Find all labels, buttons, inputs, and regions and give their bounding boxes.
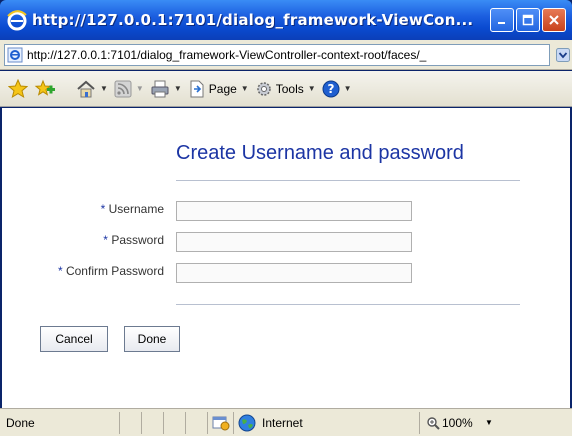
home-icon — [77, 80, 95, 97]
globe-icon — [238, 414, 256, 431]
gear-icon — [256, 81, 271, 96]
password-label-text: Password — [111, 233, 164, 247]
chevron-down-icon: ▼ — [307, 84, 316, 93]
close-button[interactable] — [542, 8, 566, 32]
security-zone[interactable]: Internet — [234, 411, 420, 434]
home-button[interactable]: ▼ — [76, 75, 108, 103]
address-bar: http://127.0.0.1:7101/dialog_framework-V… — [0, 40, 572, 70]
address-dropdown-button[interactable] — [554, 45, 572, 65]
password-label: * Password — [2, 233, 164, 247]
address-url: http://127.0.0.1:7101/dialog_framework-V… — [27, 47, 427, 62]
page-menu-button[interactable]: Page ▼ — [188, 75, 249, 103]
zoom-dropdown-button[interactable]: ▼ — [480, 418, 498, 427]
form-divider — [176, 304, 520, 305]
status-segment — [120, 411, 142, 434]
zoom-level: 100% — [442, 415, 473, 430]
security-zone-label: Internet — [262, 415, 303, 430]
status-segment — [164, 411, 186, 434]
page-icon — [190, 80, 204, 97]
chevron-down-icon: ▼ — [135, 84, 144, 93]
dialog-title: Create Username and password — [176, 142, 464, 164]
ie-page-icon — [7, 47, 23, 62]
minimize-button[interactable] — [490, 8, 514, 32]
confirm-password-label-text: Confirm Password — [65, 264, 164, 278]
star-icon — [8, 78, 28, 98]
tools-menu-button[interactable]: Tools ▼ — [255, 75, 316, 103]
status-segment — [142, 411, 164, 434]
maximize-icon — [522, 14, 534, 26]
svg-text:?: ? — [327, 82, 334, 96]
protected-mode-indicator[interactable] — [208, 411, 234, 434]
required-marker: * — [57, 264, 63, 278]
title-divider — [176, 180, 520, 181]
add-favorites-button[interactable] — [34, 75, 56, 103]
window-title: http://127.0.0.1:7101/dialog_framework-V… — [32, 11, 474, 29]
address-field[interactable]: http://127.0.0.1:7101/dialog_framework-V… — [4, 43, 550, 66]
username-label-text: Username — [108, 202, 164, 216]
status-text: Done — [0, 411, 120, 434]
print-button[interactable]: ▼ — [150, 75, 182, 103]
printer-icon — [151, 80, 169, 97]
tools-menu-label: Tools — [275, 81, 304, 96]
favorites-button[interactable] — [8, 75, 28, 103]
status-segment — [186, 411, 208, 434]
page-menu-label: Page — [208, 81, 237, 96]
ie-logo-icon — [7, 10, 27, 31]
chevron-down-icon: ▼ — [100, 84, 108, 93]
username-label: * Username — [2, 202, 164, 216]
chevron-down-icon: ▼ — [485, 418, 493, 427]
username-input[interactable] — [176, 201, 412, 221]
add-favorite-icon — [34, 79, 55, 96]
chevron-down-icon: ▼ — [173, 84, 182, 93]
maximize-button[interactable] — [516, 8, 540, 32]
protected-mode-icon — [212, 416, 229, 430]
chevron-down-icon: ▼ — [240, 84, 249, 93]
zoom-control[interactable]: 100% — [420, 412, 480, 434]
cancel-button[interactable]: Cancel — [40, 326, 108, 352]
minimize-icon — [498, 22, 505, 24]
confirm-password-input[interactable] — [176, 263, 412, 283]
zoom-icon — [427, 416, 440, 430]
required-marker: * — [103, 233, 108, 247]
done-button[interactable]: Done — [124, 326, 180, 352]
required-marker: * — [100, 202, 106, 216]
feeds-button[interactable]: ▼ — [114, 75, 144, 103]
help-menu-button[interactable]: ? ▼ — [322, 75, 352, 103]
chevron-down-icon — [556, 47, 570, 62]
help-icon: ? — [322, 80, 340, 97]
window-titlebar[interactable]: http://127.0.0.1:7101/dialog_framework-V… — [0, 0, 572, 40]
command-bar: ▼ ▼ ▼ Page ▼ Tools ▼ ? ▼ — [0, 71, 572, 107]
chevron-down-icon: ▼ — [343, 84, 352, 93]
confirm-password-label: * Confirm Password — [2, 264, 164, 278]
close-icon — [549, 15, 559, 25]
page-content: Create Username and password * Username … — [0, 108, 572, 408]
password-input[interactable] — [176, 232, 412, 252]
status-bar: Done Internet 100% ▼ — [0, 408, 572, 436]
feeds-icon — [114, 80, 132, 97]
